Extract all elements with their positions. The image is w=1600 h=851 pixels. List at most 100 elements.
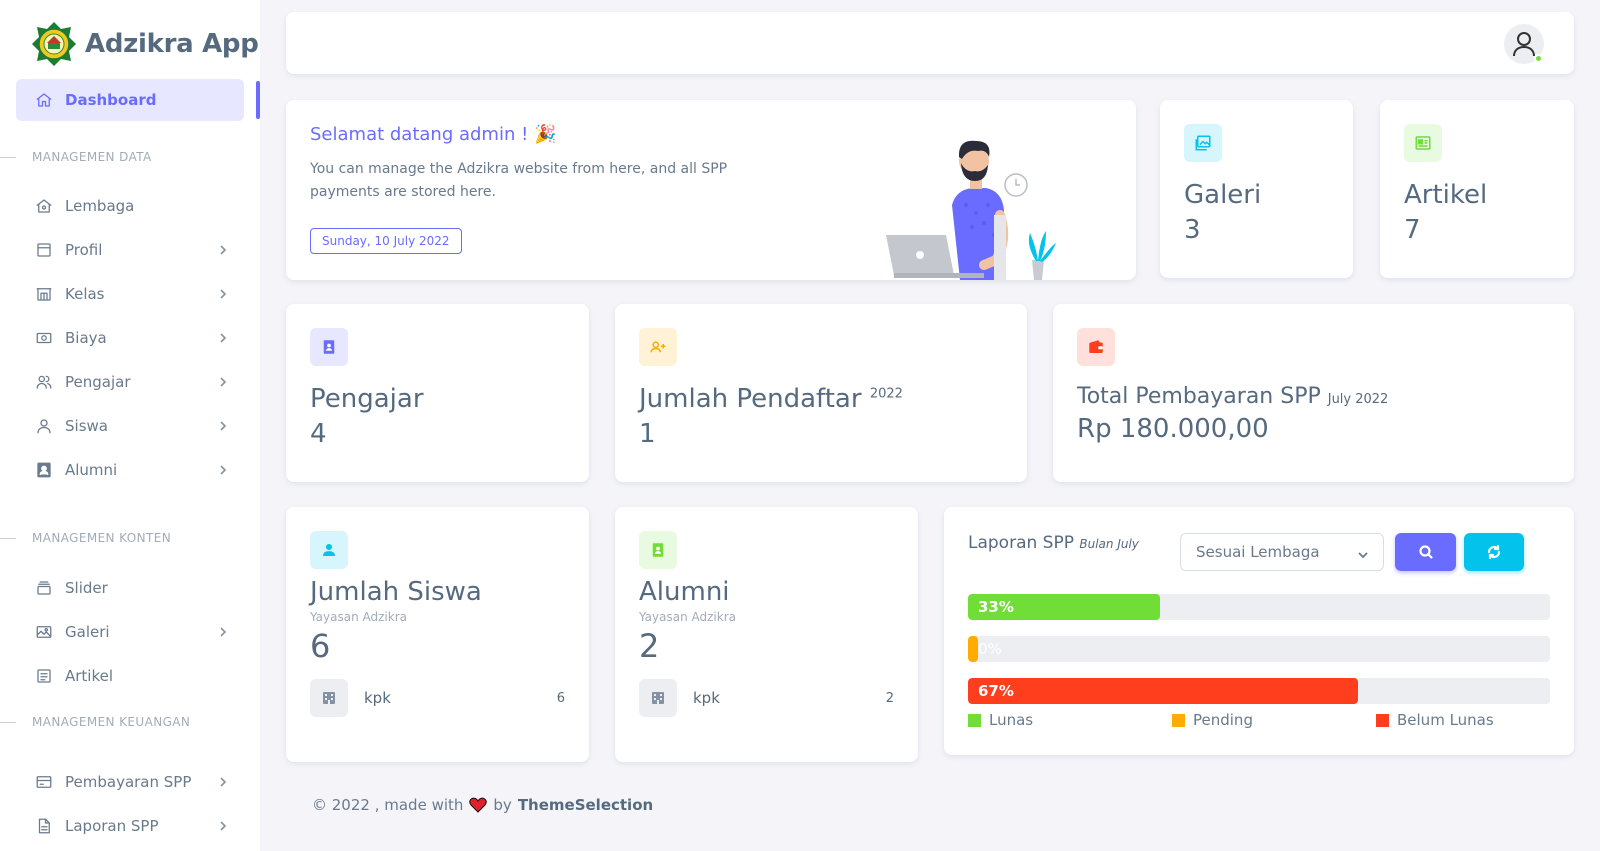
alumni-card: Alumni Yayasan Adzikra 2 kpk 2	[615, 507, 918, 762]
lembaga-select[interactable]: Sesuai Lembaga	[1180, 533, 1384, 571]
footer-text: © 2022 , made with	[312, 796, 464, 814]
jumlah-siswa-card: Jumlah Siswa Yayasan Adzikra 6 kpk 6	[286, 507, 589, 762]
home-icon	[34, 196, 54, 216]
chevron-right-icon	[216, 375, 230, 389]
slider-icon	[34, 578, 54, 598]
pengajar-stat-card[interactable]: Pengajar 4	[286, 304, 589, 482]
sidebar-item-artikel[interactable]: Artikel	[16, 655, 244, 697]
users-icon	[34, 372, 54, 392]
legend-swatch	[1172, 713, 1185, 727]
lembaga-count: 6	[556, 691, 565, 706]
menu-header-konten: MANAGEMEN KONTEN	[0, 528, 260, 548]
sidebar-item-dashboard[interactable]: Dashboard	[16, 79, 244, 121]
image-icon	[1184, 124, 1222, 162]
alumni-count: 2	[639, 627, 660, 665]
article-icon	[34, 666, 54, 686]
alumni-subtitle: Yayasan Adzikra	[639, 610, 736, 624]
footer-by: by	[493, 796, 512, 814]
contact-icon	[310, 328, 348, 366]
galeri-stat-card[interactable]: Galeri 3	[1160, 100, 1353, 278]
chevron-right-icon	[216, 625, 230, 639]
sidebar-item-label: Laporan SPP	[65, 817, 159, 835]
pengajar-label: Pengajar	[310, 384, 424, 414]
lembaga-count: 2	[885, 691, 894, 706]
online-status-dot	[1534, 54, 1543, 63]
card-icon	[34, 772, 54, 792]
refresh-button[interactable]	[1464, 533, 1524, 571]
total-spp-label: Total Pembayaran SPP July 2022	[1077, 384, 1389, 409]
date-badge[interactable]: Sunday, 10 July 2022	[310, 228, 462, 254]
image-icon	[34, 622, 54, 642]
pendaftar-stat-card[interactable]: Jumlah Pendaftar 2022 1	[615, 304, 1027, 482]
sidebar-item-siswa[interactable]: Siswa	[16, 405, 244, 447]
chevron-down-icon	[1357, 547, 1369, 559]
chevron-right-icon	[216, 463, 230, 477]
legend-swatch	[968, 713, 981, 727]
window-icon	[34, 240, 54, 260]
sidebar-item-profil[interactable]: Profil	[16, 229, 244, 271]
laporan-spp-card: Laporan SPP Bulan July Sesuai Lembaga 33…	[944, 507, 1574, 755]
lembaga-name: kpk	[693, 689, 720, 707]
sidebar-item-biaya[interactable]: Biaya	[16, 317, 244, 359]
progress-pending: 0%	[968, 636, 1550, 662]
search-icon	[1418, 545, 1433, 559]
sidebar-item-label: Pembayaran SPP	[65, 773, 192, 791]
footer: © 2022 , made with by ThemeSelection	[312, 796, 653, 814]
progress-belum-lunas-fill: 67%	[968, 678, 1358, 704]
legend-lunas: Lunas	[968, 711, 1033, 729]
building-icon	[34, 284, 54, 304]
progress-lunas: 33%	[968, 594, 1550, 620]
laporan-subtitle: Bulan July	[1079, 537, 1139, 551]
user-icon	[34, 416, 54, 436]
galeri-value: 3	[1184, 215, 1201, 245]
galeri-label: Galeri	[1184, 180, 1262, 210]
siswa-title: Jumlah Siswa	[310, 577, 482, 607]
artikel-stat-card[interactable]: Artikel 7	[1380, 100, 1574, 278]
sidebar-item-pembayaran-spp[interactable]: Pembayaran SPP	[16, 761, 244, 803]
sidebar-item-galeri[interactable]: Galeri	[16, 611, 244, 653]
sidebar-item-laporan-spp[interactable]: Laporan SPP	[16, 805, 244, 847]
legend-swatch	[1376, 713, 1389, 727]
chevron-right-icon	[216, 775, 230, 789]
total-spp-stat-card[interactable]: Total Pembayaran SPP July 2022 Rp 180.00…	[1053, 304, 1574, 482]
sidebar-item-alumni[interactable]: Alumni	[16, 449, 244, 491]
search-button[interactable]	[1395, 533, 1456, 571]
legend-belum-lunas: Belum Lunas	[1376, 711, 1494, 729]
sidebar-item-slider[interactable]: Slider	[16, 567, 244, 609]
top-navbar	[286, 12, 1574, 74]
welcome-text: You can manage the Adzikra website from …	[310, 161, 728, 200]
report-icon	[34, 816, 54, 836]
total-spp-value: Rp 180.000,00	[1077, 414, 1269, 444]
logo-icon	[32, 22, 76, 66]
artikel-label: Artikel	[1404, 180, 1488, 210]
heart-icon	[469, 797, 488, 813]
money-icon	[34, 328, 54, 348]
party-popper-icon: 🎉	[534, 124, 557, 145]
sidebar-item-lembaga[interactable]: Lembaga	[16, 185, 244, 227]
chevron-right-icon	[216, 419, 230, 433]
sidebar-active-indicator	[256, 81, 260, 119]
article-icon	[1404, 124, 1442, 162]
progress-belum-lunas: 67%	[968, 678, 1550, 704]
home-icon	[34, 90, 54, 110]
footer-brand-link[interactable]: ThemeSelection	[518, 796, 653, 814]
menu-header-keuangan: MANAGEMEN KEUANGAN	[0, 712, 260, 732]
menu-header-data: MANAGEMEN DATA	[0, 147, 260, 167]
pendaftar-label: Jumlah Pendaftar 2022	[639, 384, 903, 414]
progress-lunas-fill: 33%	[968, 594, 1161, 620]
sidebar-item-pengajar[interactable]: Pengajar	[16, 361, 244, 403]
total-spp-period: July 2022	[1327, 392, 1389, 407]
sidebar-item-label: Artikel	[65, 667, 114, 685]
lembaga-name: kpk	[364, 689, 391, 707]
refresh-icon	[1487, 544, 1501, 560]
user-plus-icon	[639, 328, 677, 366]
alumni-title: Alumni	[639, 577, 730, 607]
siswa-subtitle: Yayasan Adzikra	[310, 610, 407, 624]
pengajar-value: 4	[310, 419, 327, 449]
sidebar-item-kelas[interactable]: Kelas	[16, 273, 244, 315]
user-avatar[interactable]	[1504, 24, 1544, 64]
chevron-right-icon	[216, 819, 230, 833]
siswa-count: 6	[310, 627, 331, 665]
brand[interactable]: Adzikra App	[31, 21, 259, 67]
welcome-title: Selamat datang admin ! 🎉	[310, 124, 557, 145]
